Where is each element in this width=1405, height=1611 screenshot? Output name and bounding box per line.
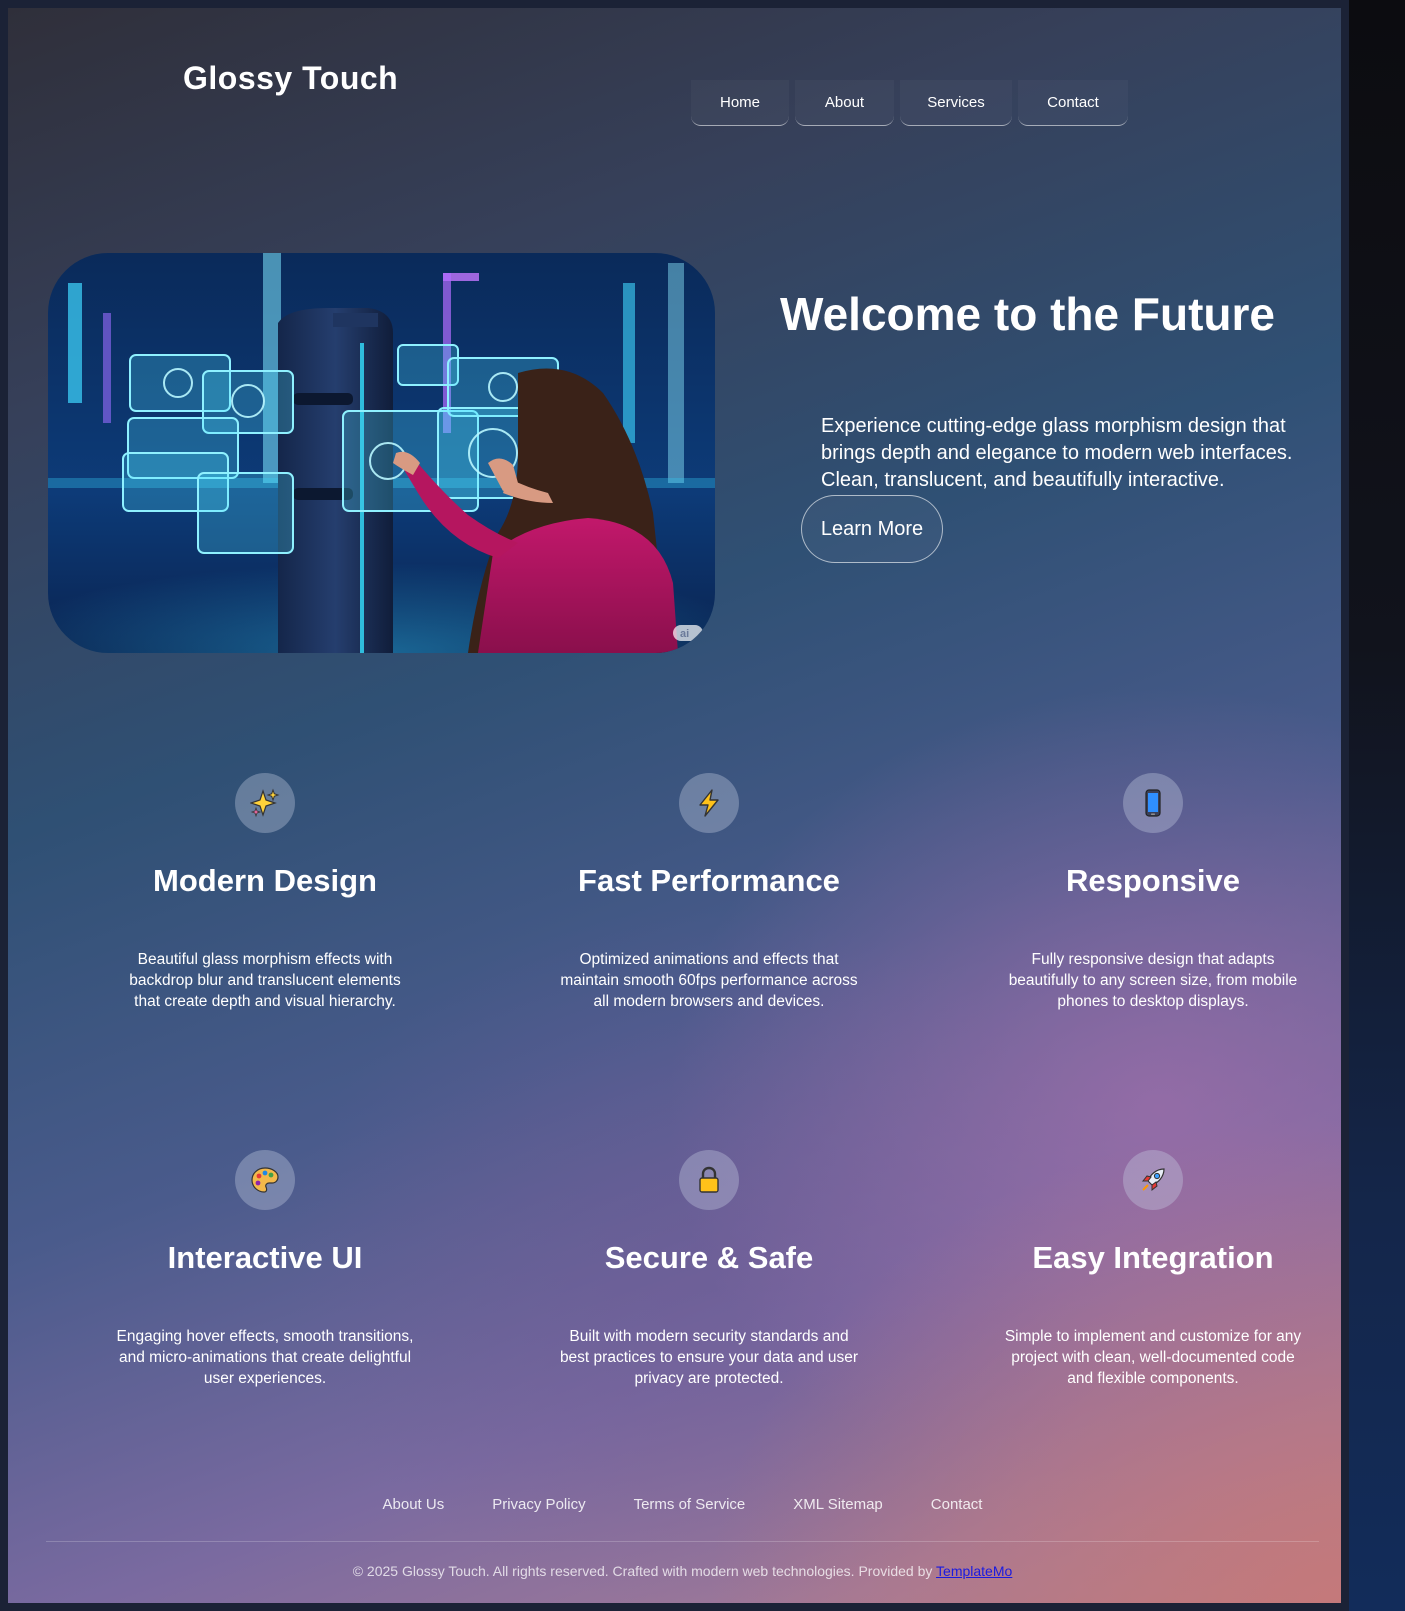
feature-title: Fast Performance <box>578 863 840 898</box>
nav-item-contact[interactable]: Contact <box>1018 80 1128 126</box>
copyright-text: © 2025 Glossy Touch. All rights reserved… <box>352 1563 937 1579</box>
logo[interactable]: Glossy Touch <box>183 60 398 97</box>
page: Glossy Touch Home About Services Contact <box>8 8 1341 1603</box>
palette-icon <box>235 1150 295 1210</box>
feature-description: Built with modern security standards and… <box>559 1328 859 1387</box>
feature-card-modern-design: Modern Design Beautiful glass morphism e… <box>100 773 430 1012</box>
footer-links: About Us Privacy Policy Terms of Service… <box>8 1496 1357 1513</box>
ai-watermark-text: ai <box>680 628 689 640</box>
footer-link-contact[interactable]: Contact <box>907 1496 1007 1513</box>
rocket-icon <box>1123 1150 1183 1210</box>
feature-card-interactive-ui: Interactive UI Engaging hover effects, s… <box>100 1150 430 1389</box>
nav-item-home[interactable]: Home <box>691 80 789 126</box>
footer-divider <box>46 1541 1319 1542</box>
nav-item-about[interactable]: About <box>795 80 894 126</box>
footer-link-privacy-policy[interactable]: Privacy Policy <box>468 1496 609 1513</box>
feature-description: Simple to implement and customize for an… <box>1004 1328 1302 1387</box>
feature-card-secure-safe: Secure & Safe Built with modern security… <box>544 1150 874 1389</box>
footer-link-xml-sitemap[interactable]: XML Sitemap <box>769 1496 906 1513</box>
feature-card-responsive: Responsive Fully responsive design that … <box>988 773 1318 1012</box>
feature-title: Interactive UI <box>167 1240 363 1275</box>
footer-link-terms-of-service[interactable]: Terms of Service <box>610 1496 770 1513</box>
lightning-icon <box>679 773 739 833</box>
learn-more-button[interactable]: Learn More <box>801 495 943 563</box>
hero-description: Experience cutting-edge glass morphism d… <box>821 415 1293 491</box>
feature-description: Optimized animations and effects that ma… <box>560 951 858 1010</box>
feature-title: Modern Design <box>153 863 377 898</box>
feature-description: Beautiful glass morphism effects with ba… <box>129 951 401 1010</box>
mobile-phone-icon <box>1123 773 1183 833</box>
lock-icon <box>679 1150 739 1210</box>
templatemo-link[interactable]: TemplateMo <box>936 1563 1012 1579</box>
feature-description: Engaging hover effects, smooth transitio… <box>116 1328 414 1387</box>
copyright: © 2025 Glossy Touch. All rights reserved… <box>8 1563 1357 1579</box>
background-right-strip <box>1341 0 1405 1611</box>
feature-card-fast-performance: Fast Performance Optimized animations an… <box>544 773 874 1012</box>
sparkles-icon <box>235 773 295 833</box>
feature-title: Easy Integration <box>1032 1240 1274 1275</box>
hero-title: Welcome to the Future <box>780 288 1275 340</box>
main-nav: Home About Services Contact <box>691 80 1128 126</box>
footer-link-about-us[interactable]: About Us <box>359 1496 469 1513</box>
hero-image: ai <box>48 253 715 653</box>
nav-item-services[interactable]: Services <box>900 80 1012 126</box>
feature-title: Secure & Safe <box>604 1240 814 1275</box>
feature-title: Responsive <box>1065 863 1240 898</box>
feature-card-easy-integration: Easy Integration Simple to implement and… <box>988 1150 1318 1389</box>
feature-description: Fully responsive design that adapts beau… <box>1008 951 1298 1010</box>
